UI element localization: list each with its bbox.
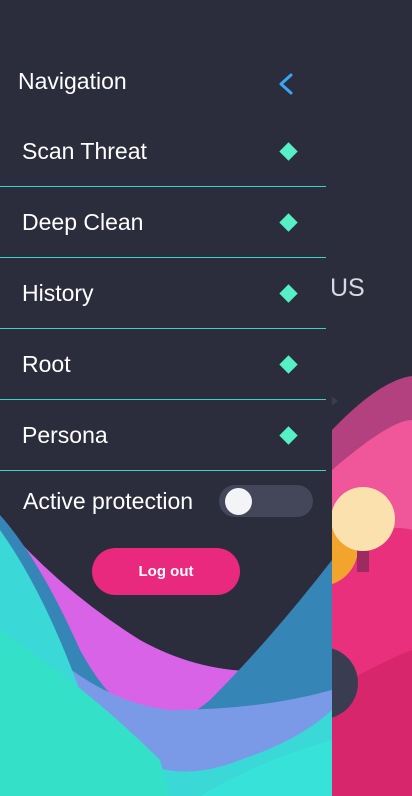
diamond-icon (279, 141, 298, 161)
drawer-header: Navigation (18, 68, 298, 98)
toggle-knob (225, 488, 252, 515)
close-drawer-button[interactable] (274, 70, 298, 98)
navigation-drawer: Navigation Scan Threat Deep Clean Histor… (0, 0, 332, 796)
drawer-title: Navigation (18, 68, 127, 94)
active-protection-label: Active protection (23, 488, 194, 514)
menu-item-label: Deep Clean (22, 208, 144, 235)
menu-item-label: Persona (22, 421, 108, 448)
background-partial-text: US (330, 274, 365, 302)
active-protection-row: Active protection (0, 478, 332, 524)
menu-item-persona[interactable]: Persona (0, 400, 326, 471)
menu-item-root[interactable]: Root (0, 329, 326, 400)
diamond-icon (279, 425, 298, 445)
diamond-icon (279, 212, 298, 232)
menu-item-label: Root (22, 350, 71, 377)
diamond-icon (279, 283, 298, 303)
navigation-menu: Scan Threat Deep Clean History Root Pers… (0, 116, 326, 471)
menu-item-scan-threat[interactable]: Scan Threat (0, 116, 326, 187)
active-protection-toggle[interactable] (219, 485, 313, 517)
chevron-left-icon (279, 73, 293, 95)
logout-button[interactable]: Log out (92, 548, 240, 595)
menu-item-history[interactable]: History (0, 258, 326, 329)
menu-item-deep-clean[interactable]: Deep Clean (0, 187, 326, 258)
menu-item-label: History (22, 279, 94, 306)
diamond-icon (279, 354, 298, 374)
menu-item-label: Scan Threat (22, 137, 147, 164)
